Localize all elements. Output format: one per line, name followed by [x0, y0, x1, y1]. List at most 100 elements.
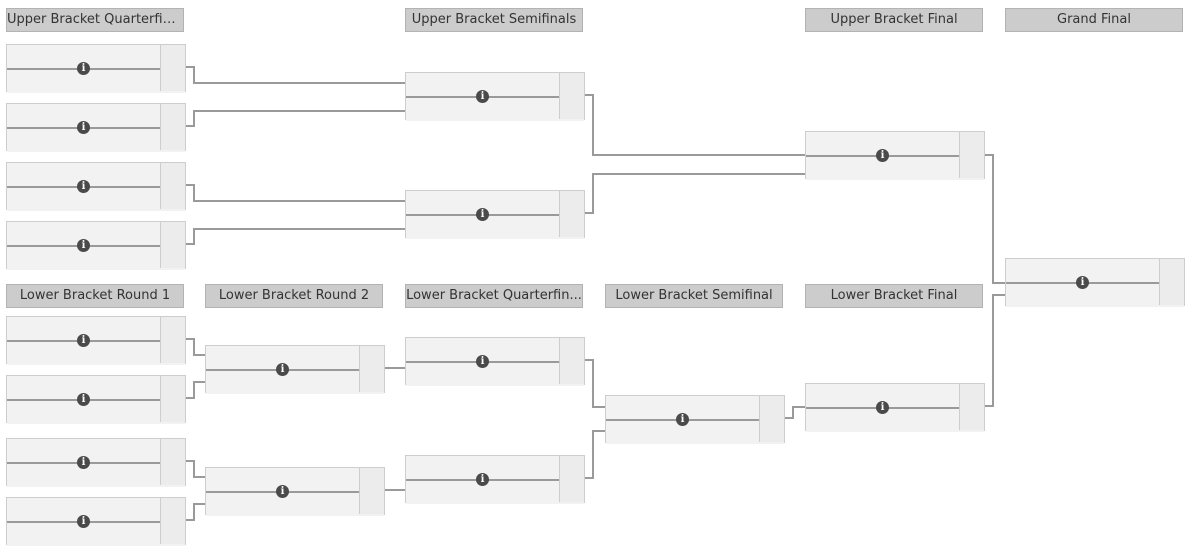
round-header-ub-semifinals: Upper Bracket Semifinals [405, 8, 583, 32]
info-icon[interactable]: i [876, 148, 889, 162]
info-icon[interactable]: i [676, 412, 689, 426]
match-lbr1-3[interactable]: i [6, 438, 186, 487]
match-team-slot-bottom [806, 409, 984, 432]
match-info-column [759, 396, 784, 442]
info-icon[interactable]: i [77, 179, 90, 193]
match-team-slot-top [406, 191, 584, 214]
match-team-slot-bottom [7, 188, 185, 211]
connector-line [985, 154, 1005, 284]
round-header-grand-final: Grand Final [1005, 8, 1183, 32]
match-lbsf-1[interactable]: i [605, 395, 785, 444]
info-icon[interactable]: i [77, 120, 90, 134]
info-icon[interactable]: i [77, 333, 90, 347]
match-team-slot-top [7, 498, 185, 521]
match-info-column [959, 384, 984, 430]
match-team-slot-top [7, 439, 185, 462]
info-icon[interactable]: i [476, 354, 489, 368]
round-header-lb-quarterfinals: Lower Bracket Quarterfin... [405, 284, 583, 308]
match-team-slot-top [7, 317, 185, 340]
match-team-slot-top [206, 468, 384, 491]
match-team-slot-top [406, 338, 584, 361]
match-team-slot-bottom [7, 523, 185, 546]
match-team-slot-bottom [206, 493, 384, 516]
match-team-slot-top [1006, 259, 1184, 282]
match-lbf-1[interactable]: i [805, 383, 985, 432]
connector-line [186, 381, 205, 399]
match-info-column [959, 132, 984, 178]
match-team-slot-bottom [206, 371, 384, 394]
connector-line [985, 294, 1005, 407]
match-info-column [160, 222, 185, 268]
match-team-slot-bottom [806, 157, 984, 180]
match-team-slot-bottom [406, 216, 584, 239]
info-icon[interactable]: i [276, 484, 289, 498]
info-icon[interactable]: i [476, 207, 489, 221]
connector-line [785, 406, 805, 419]
match-ubf-1[interactable]: i [805, 131, 985, 180]
connector-line [585, 94, 805, 156]
match-info-column [359, 346, 384, 392]
connector-line [186, 338, 205, 356]
match-info-column [559, 456, 584, 502]
match-info-column [160, 498, 185, 544]
connector-line [186, 66, 405, 84]
info-icon[interactable]: i [77, 455, 90, 469]
match-info-column [1159, 259, 1184, 305]
match-lbr1-4[interactable]: i [6, 497, 186, 546]
match-team-slot-top [7, 376, 185, 399]
info-icon[interactable]: i [77, 61, 90, 75]
match-team-slot-bottom [406, 98, 584, 121]
info-icon[interactable]: i [1076, 275, 1089, 289]
info-icon[interactable]: i [77, 514, 90, 528]
match-ubqf-4[interactable]: i [6, 221, 186, 270]
match-ubqf-3[interactable]: i [6, 162, 186, 211]
match-info-column [160, 104, 185, 150]
match-team-slot-top [806, 132, 984, 155]
tournament-bracket: Upper Bracket Quarterfin... i i i i Upper Bra… [0, 0, 1195, 552]
match-info-column [359, 468, 384, 514]
match-team-slot-top [406, 456, 584, 479]
match-team-slot-bottom [7, 247, 185, 270]
match-gf-1[interactable]: i [1005, 258, 1185, 307]
match-team-slot-top [7, 104, 185, 127]
connector-line [186, 184, 405, 202]
connector-line [186, 110, 405, 127]
match-info-column [559, 73, 584, 119]
match-info-column [160, 376, 185, 422]
match-team-slot-top [406, 73, 584, 96]
info-icon[interactable]: i [276, 362, 289, 376]
connector-line [585, 430, 605, 479]
match-lbr2-1[interactable]: i [205, 345, 385, 394]
connector-line [585, 359, 605, 408]
connector-line [186, 228, 405, 245]
match-team-slot-bottom [7, 70, 185, 93]
connector-line [186, 503, 205, 521]
match-info-column [559, 338, 584, 384]
match-info-column [160, 317, 185, 363]
round-header-lb-final: Lower Bracket Final [805, 284, 983, 308]
info-icon[interactable]: i [77, 392, 90, 406]
info-icon[interactable]: i [476, 89, 489, 103]
match-lbqf-1[interactable]: i [405, 337, 585, 386]
match-team-slot-top [7, 45, 185, 68]
connector-line [186, 460, 205, 478]
info-icon[interactable]: i [476, 472, 489, 486]
match-team-slot-top [7, 222, 185, 245]
match-lbr2-2[interactable]: i [205, 467, 385, 516]
match-info-column [559, 191, 584, 237]
match-team-slot-bottom [7, 342, 185, 365]
match-team-slot-bottom [7, 464, 185, 487]
match-lbr1-2[interactable]: i [6, 375, 186, 424]
match-lbqf-2[interactable]: i [405, 455, 585, 504]
info-icon[interactable]: i [876, 400, 889, 414]
match-ubqf-2[interactable]: i [6, 103, 186, 152]
round-header-lb-round-1: Lower Bracket Round 1 [6, 284, 184, 308]
match-ubsf-2[interactable]: i [405, 190, 585, 239]
match-ubqf-1[interactable]: i [6, 44, 186, 93]
match-team-slot-bottom [406, 363, 584, 386]
info-icon[interactable]: i [77, 238, 90, 252]
round-header-lb-semifinal: Lower Bracket Semifinal [605, 284, 783, 308]
match-info-column [160, 439, 185, 485]
match-ubsf-1[interactable]: i [405, 72, 585, 121]
match-lbr1-1[interactable]: i [6, 316, 186, 365]
